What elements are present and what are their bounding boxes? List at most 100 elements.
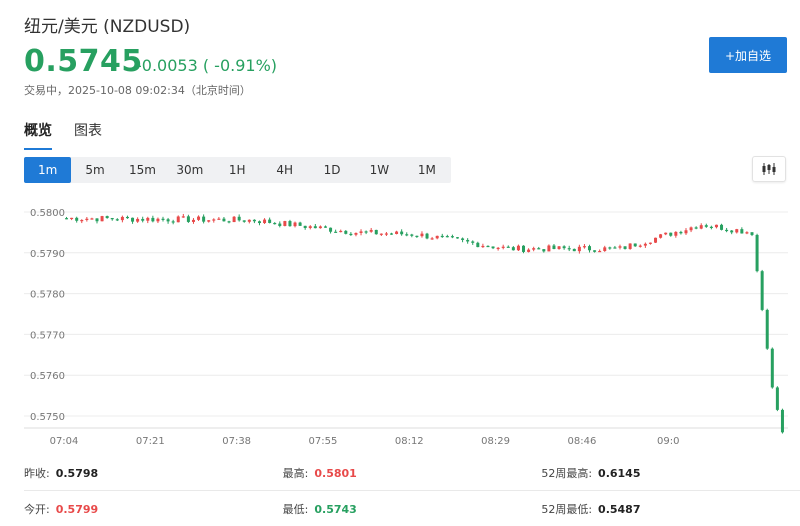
candle <box>242 220 246 222</box>
candle <box>323 226 327 228</box>
candle <box>608 247 612 249</box>
stat-prev-close: 昨收: 0.5798 <box>24 466 99 480</box>
candle <box>618 246 622 248</box>
interval-5m[interactable]: 5m <box>71 157 118 183</box>
candle <box>679 231 683 234</box>
candle <box>222 218 226 222</box>
candle <box>506 246 510 248</box>
candle <box>207 220 211 222</box>
candle <box>542 249 546 252</box>
candle <box>212 219 216 221</box>
candle <box>359 231 363 233</box>
tab-chart[interactable]: 图表 <box>74 120 102 150</box>
interval-4h[interactable]: 4H <box>261 157 308 183</box>
candle <box>628 243 632 249</box>
candle <box>217 218 221 220</box>
y-tick-label: 0.5760 <box>30 371 65 382</box>
candle <box>263 219 267 224</box>
candle <box>303 225 307 229</box>
candle <box>293 222 297 227</box>
candle <box>344 230 348 234</box>
candle <box>572 248 576 252</box>
candle <box>496 247 500 250</box>
candle <box>588 246 592 251</box>
candle <box>704 225 708 227</box>
stats-row: 今开: 0.5799 最低: 0.5743 52周最低: 0.5487 <box>24 491 800 526</box>
candle <box>70 217 74 220</box>
candle <box>125 216 129 219</box>
candle <box>659 234 663 238</box>
candle <box>440 235 444 238</box>
candle <box>389 233 393 235</box>
candle <box>131 217 135 222</box>
candle <box>186 216 190 222</box>
candle <box>720 224 724 230</box>
candle <box>486 245 490 248</box>
interval-1w[interactable]: 1W <box>356 157 403 183</box>
interval-15m[interactable]: 15m <box>119 157 166 183</box>
candle <box>689 227 693 231</box>
interval-1mo[interactable]: 1M <box>403 157 450 183</box>
candle <box>227 221 231 223</box>
chart-type-button[interactable] <box>752 156 786 182</box>
candle <box>349 233 353 236</box>
candle <box>522 245 526 252</box>
add-watchlist-button[interactable]: +加自选 <box>709 37 787 73</box>
candle <box>318 226 322 229</box>
price-chart[interactable]: 0.5800 0.5790 0.5780 0.5770 0.5760 0.5750 07:… <box>24 198 790 452</box>
candle <box>735 229 739 233</box>
view-tabs: 概览 图表 <box>24 120 124 150</box>
candle <box>577 246 581 252</box>
last-price: 0.5745 <box>24 44 143 79</box>
candle <box>156 218 160 222</box>
candle <box>105 216 109 219</box>
candle <box>161 218 165 220</box>
candle <box>136 218 140 222</box>
candle <box>603 247 607 251</box>
candle <box>582 246 586 248</box>
interval-30m[interactable]: 30m <box>166 157 213 183</box>
candle <box>511 247 515 251</box>
stat-52w-high: 52周最高: 0.6145 <box>541 466 641 480</box>
candle <box>100 216 104 222</box>
interval-1d[interactable]: 1D <box>308 157 355 183</box>
candle <box>329 227 333 232</box>
candle <box>770 348 774 388</box>
candle <box>567 248 571 250</box>
candle <box>176 216 180 223</box>
y-tick-label: 0.5800 <box>30 208 65 219</box>
candle <box>120 216 124 221</box>
candle <box>85 218 89 221</box>
y-tick-label: 0.5790 <box>30 249 65 260</box>
x-tick-label: 07:38 <box>222 436 251 447</box>
candle <box>115 219 119 221</box>
candle <box>557 246 561 250</box>
x-tick-label: 08:12 <box>395 436 424 447</box>
candle <box>623 246 627 249</box>
candle <box>730 230 734 233</box>
candle <box>288 221 292 227</box>
candle <box>65 218 69 220</box>
candle <box>252 219 256 222</box>
candle <box>476 242 480 248</box>
candle <box>400 231 404 235</box>
candle <box>334 231 338 233</box>
candle <box>379 233 383 235</box>
candle <box>435 235 439 239</box>
tab-overview[interactable]: 概览 <box>24 120 52 150</box>
candle <box>527 249 531 252</box>
candle <box>684 230 688 234</box>
candle <box>95 218 99 222</box>
interval-1m[interactable]: 1m <box>24 157 72 183</box>
candle <box>283 221 287 226</box>
candle <box>481 245 485 248</box>
candle <box>308 226 312 229</box>
candle <box>598 250 602 253</box>
candle <box>516 245 520 251</box>
interval-1h[interactable]: 1H <box>214 157 261 183</box>
x-tick-label: 08:46 <box>567 436 596 447</box>
candle <box>354 232 358 235</box>
candle <box>191 219 195 222</box>
interval-selector: 1m 5m 15m 30m 1H 4H 1D 1W 1M <box>24 157 451 183</box>
price-change: -0.0053 ( -0.91%) <box>136 56 278 75</box>
